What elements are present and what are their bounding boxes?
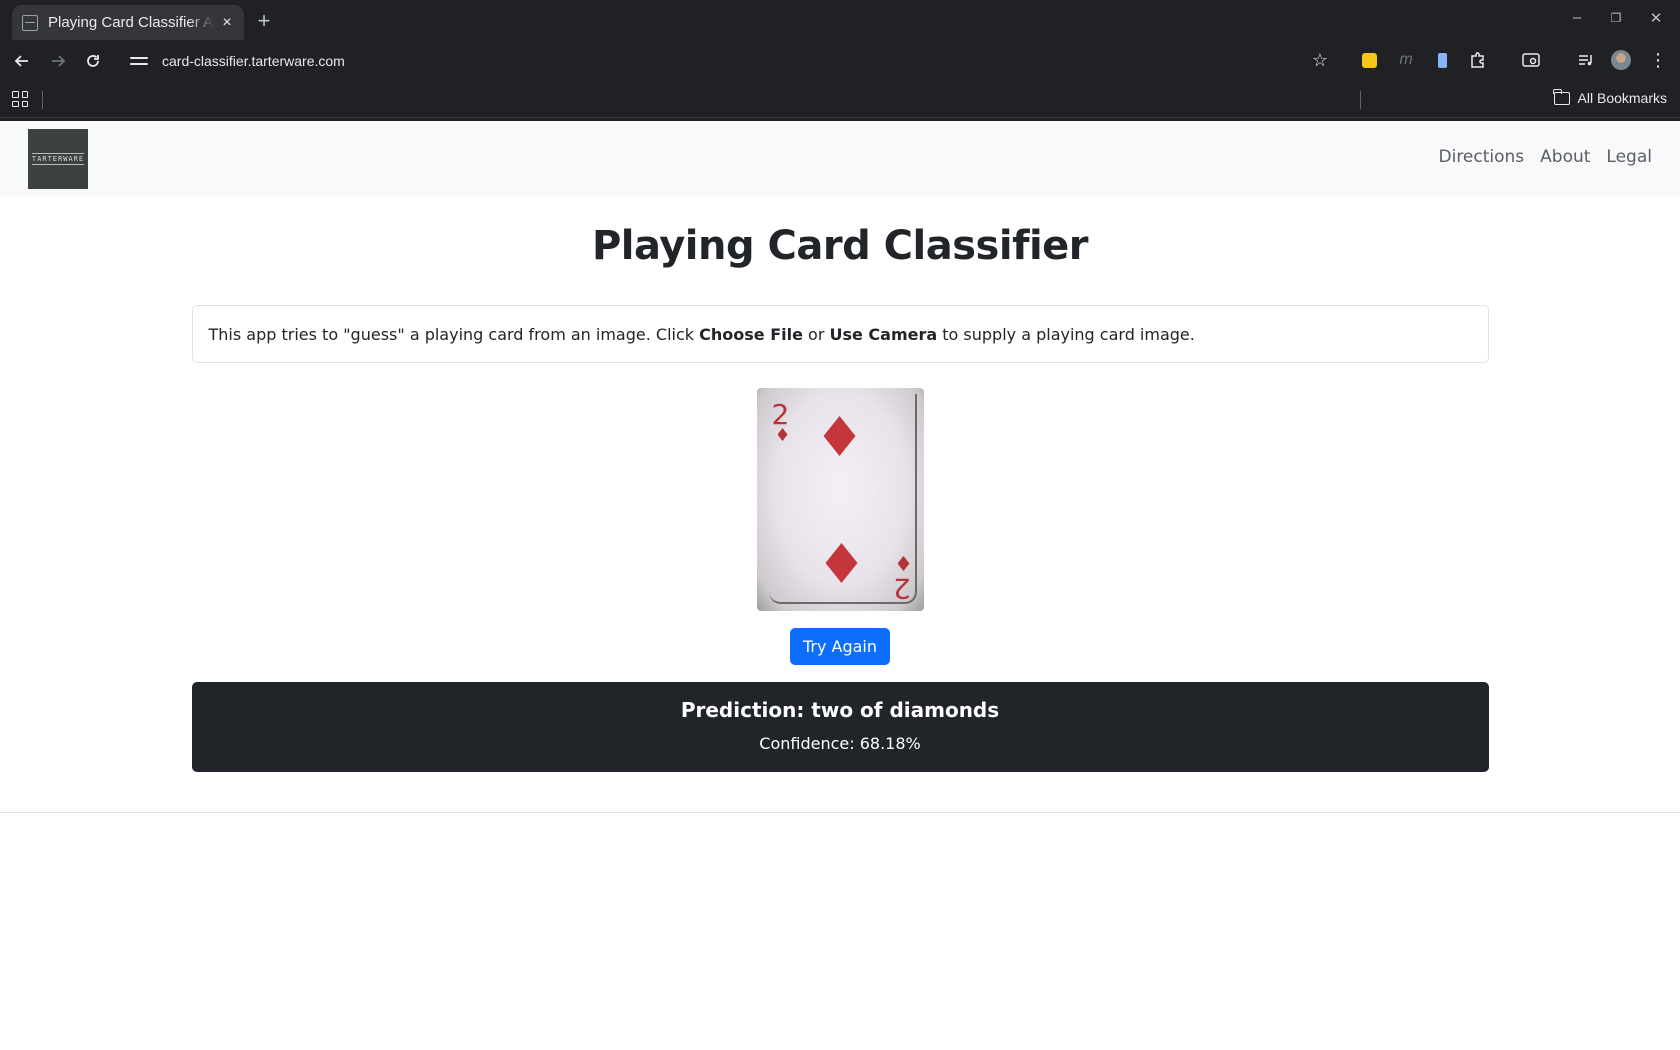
profile-avatar[interactable] (1611, 50, 1631, 70)
button-row: Try Again (0, 628, 1680, 665)
new-tab-icon[interactable]: + (254, 8, 274, 34)
extension-keep-icon[interactable] (1359, 50, 1379, 70)
card-rank-top: 2 (771, 398, 790, 431)
tab-search-icon[interactable] (1521, 50, 1541, 70)
forward-icon[interactable] (45, 48, 71, 74)
apps-grid-icon[interactable] (12, 91, 28, 107)
nav-link-directions[interactable]: Directions (1439, 147, 1525, 167)
restore-icon[interactable]: ❐ (1607, 11, 1625, 25)
site-info-icon[interactable] (130, 52, 148, 70)
tab-title: Playing Card Classifier App (48, 14, 214, 31)
card-rank-bottom: 2 (892, 572, 911, 605)
info-text-suffix: to supply a playing card image. (937, 324, 1195, 344)
info-use-camera: Use Camera (829, 324, 938, 344)
folder-icon (1553, 88, 1570, 105)
reload-icon[interactable] (80, 48, 106, 74)
page-title: Playing Card Classifier (591, 223, 1089, 269)
info-text-prefix: This app tries to "guess" a playing card… (208, 324, 700, 344)
brand-logo-text: TARTERWARE (31, 153, 85, 165)
info-choose-file: Choose File (699, 324, 803, 344)
extensions-puzzle-icon[interactable] (1468, 50, 1488, 70)
all-bookmarks-label: All Bookmarks (1577, 90, 1667, 106)
bookmarks-divider (1360, 91, 1361, 109)
tab-strip: Playing Card Classifier App × + – ❐ ✕ (0, 0, 1680, 40)
site-navbar: TARTERWARE Directions About Legal (0, 121, 1680, 197)
browser-chrome: Playing Card Classifier App × + – ❐ ✕ ca… (0, 0, 1680, 121)
prediction-text: Prediction: two of diamonds (680, 698, 1000, 722)
back-icon[interactable] (9, 48, 35, 74)
prediction-result: Prediction: two of diamonds Confidence: … (191, 682, 1489, 772)
address-bar[interactable]: card-classifier.tarterware.com (118, 43, 1343, 79)
browser-tab[interactable]: Playing Card Classifier App × (12, 5, 244, 40)
try-again-button[interactable]: Try Again (789, 628, 891, 665)
confidence-text: Confidence: 68.18% (759, 734, 921, 753)
url-text: card-classifier.tarterware.com (162, 53, 345, 69)
footer-divider (0, 812, 1680, 813)
nav-link-legal[interactable]: Legal (1606, 147, 1652, 167)
extension-m-icon[interactable]: m (1396, 50, 1416, 70)
menu-kebab-icon[interactable]: ⋮ (1648, 50, 1668, 70)
nav-link-about[interactable]: About (1540, 147, 1590, 167)
bookmarks-bar: All Bookmarks (0, 82, 1680, 118)
card-image: 2 2 (756, 388, 924, 611)
browser-toolbar: card-classifier.tarterware.com ☆ m ⋮ (0, 40, 1680, 82)
bookmarks-divider (42, 91, 43, 109)
bookmark-star-icon[interactable]: ☆ (1310, 50, 1330, 70)
media-control-icon[interactable] (1576, 50, 1596, 70)
info-box: This app tries to "guess" a playing card… (191, 305, 1489, 363)
minimize-icon[interactable]: – (1568, 9, 1586, 26)
nav-links: Directions About Legal (1439, 147, 1653, 167)
info-text-middle: or (802, 324, 830, 344)
extension-device-icon[interactable] (1432, 50, 1452, 70)
tab-favicon-icon (22, 14, 38, 31)
card-photo: 2 2 (756, 388, 924, 611)
close-window-icon[interactable]: ✕ (1647, 9, 1665, 27)
all-bookmarks-button[interactable]: All Bookmarks (1553, 88, 1667, 106)
tab-close-icon[interactable]: × (218, 14, 236, 32)
brand-logo[interactable]: TARTERWARE (28, 129, 88, 189)
